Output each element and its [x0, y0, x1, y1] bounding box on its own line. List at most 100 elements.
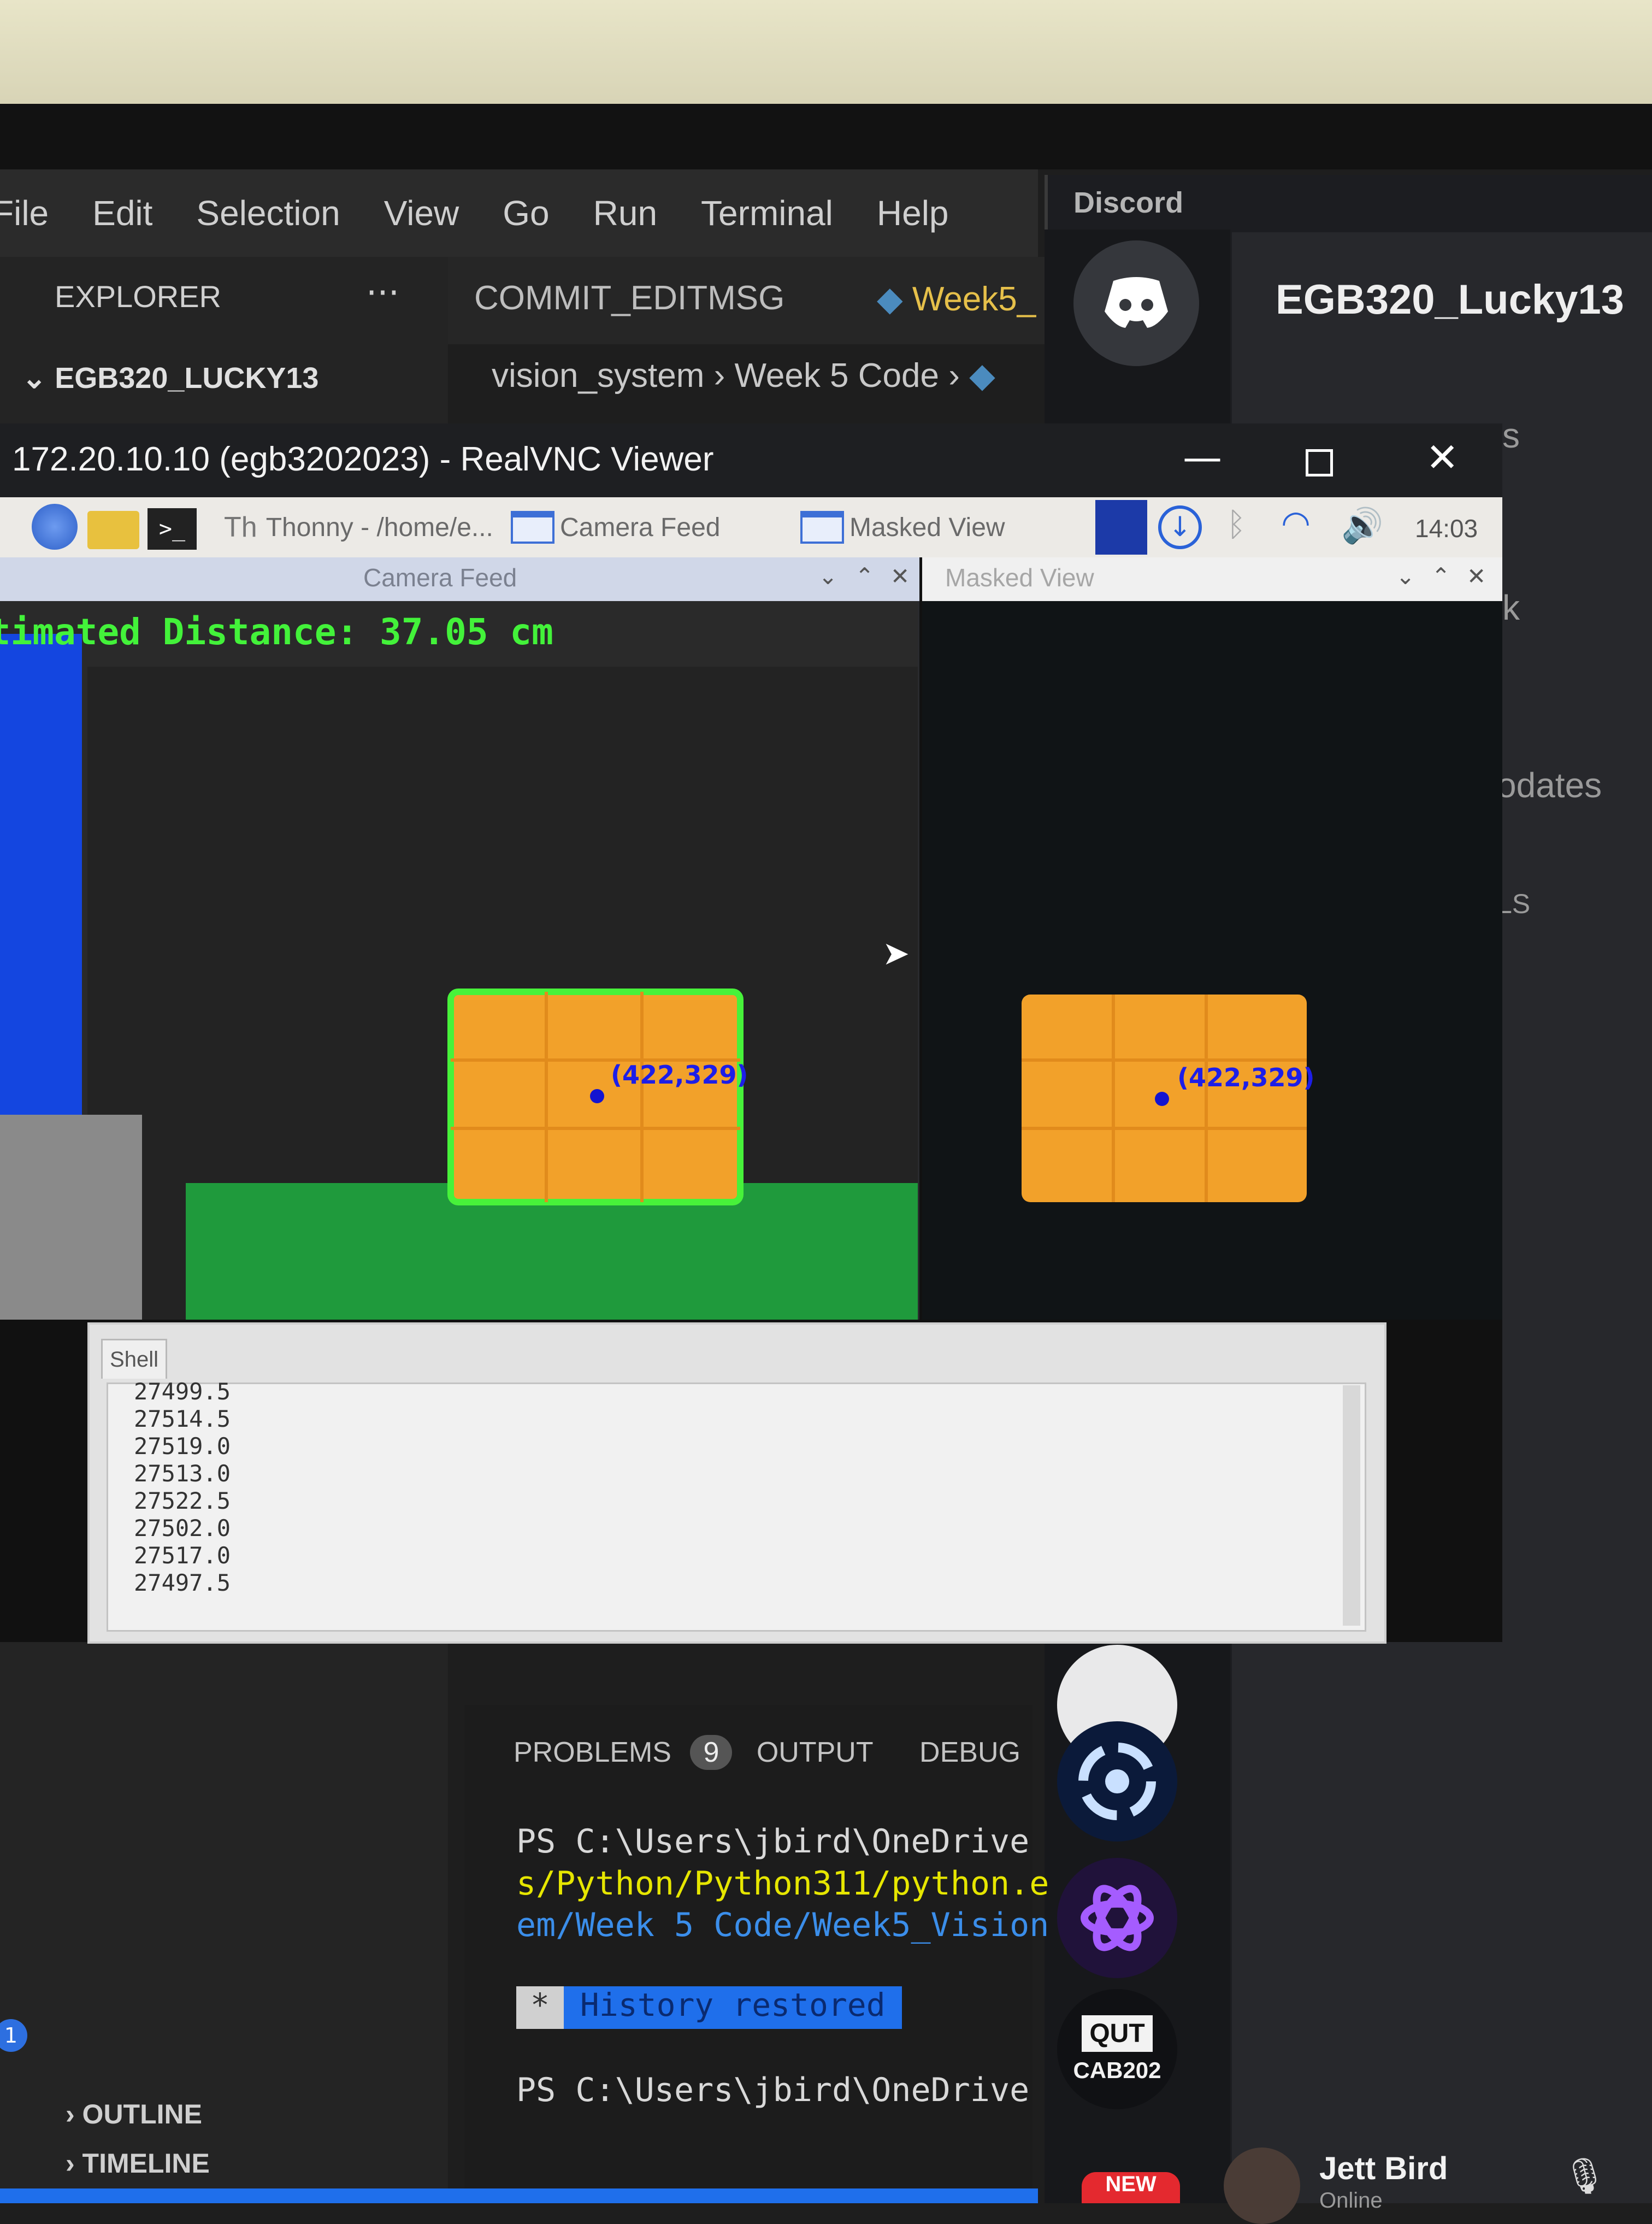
chevron-up-icon[interactable]: ⌃: [1431, 563, 1450, 590]
project-folder[interactable]: ⌄ EGB320_LUCKY13: [22, 361, 318, 395]
menu-file[interactable]: File: [0, 193, 49, 233]
vscode-menubar: File Edit Selection View Go Run Terminal…: [0, 169, 1038, 257]
shell-line: 27502.0: [134, 1515, 231, 1541]
taskbar-masked-view[interactable]: Masked View: [800, 505, 1005, 549]
microphone-icon[interactable]: 🎙: [1562, 2156, 1607, 2197]
chevron-right-icon: ›: [66, 2099, 82, 2129]
centroid-coordinates: (422,329): [1177, 1063, 1315, 1092]
vnc-server-icon[interactable]: [1095, 500, 1147, 555]
channel-fragment[interactable]: s: [1502, 415, 1520, 456]
terminal-line: em/Week 5 Code/Week5_Vision: [516, 1906, 1049, 1944]
masked-view-image: [922, 601, 1502, 1320]
chevron-right-icon: ›: [713, 357, 735, 395]
menu-terminal[interactable]: Terminal: [701, 193, 833, 233]
python-file-icon: ◆: [969, 357, 995, 395]
tab-problems[interactable]: PROBLEMS: [514, 1737, 671, 1768]
outline-label: OUTLINE: [82, 2099, 202, 2129]
menu-help[interactable]: Help: [877, 193, 949, 233]
discord-server-name[interactable]: EGB320_Lucky13: [1276, 276, 1624, 323]
volume-icon[interactable]: 🔊: [1341, 505, 1383, 546]
channel-fragment[interactable]: odates: [1497, 765, 1602, 805]
history-star: *: [516, 1986, 564, 2029]
vnc-window-title: 172.20.10.10 (egb3202023) - RealVNC View…: [12, 440, 714, 478]
breadcrumb-item-vision-system[interactable]: vision_system: [492, 357, 704, 395]
timeline-label: TIMELINE: [82, 2148, 210, 2179]
cab202-label: CAB202: [1073, 2057, 1161, 2083]
history-restored-banner: * History restored: [516, 1986, 902, 2029]
terminal-line: PS C:\Users\jbird\OneDrive: [516, 1822, 1030, 1861]
terminal-line: PS C:\Users\jbird\OneDrive: [516, 2071, 1030, 2109]
explorer-heading: EXPLORER: [55, 279, 221, 314]
discord-app-title: Discord: [1073, 186, 1184, 219]
tab-week5-label: Week5_: [912, 280, 1036, 318]
bluetooth-icon[interactable]: ᛒ: [1226, 505, 1246, 544]
menu-selection[interactable]: Selection: [196, 193, 340, 233]
taskbar-camera-feed-label: Camera Feed: [560, 513, 721, 542]
user-avatar[interactable]: [1224, 2147, 1300, 2224]
web-browser-icon[interactable]: [32, 504, 78, 550]
discord-home-button[interactable]: [1073, 240, 1199, 366]
qut-logo: QUT: [1082, 2015, 1153, 2052]
outline-section[interactable]: › OUTLINE: [66, 2098, 202, 2130]
taskbar-thonny[interactable]: Th Thonny - /home/e...: [224, 505, 493, 549]
chevron-down-icon[interactable]: ⌄: [818, 563, 837, 590]
server-icon-openai[interactable]: [1057, 1858, 1177, 1978]
channel-fragment[interactable]: k: [1502, 587, 1520, 628]
menu-view[interactable]: View: [384, 193, 459, 233]
download-icon[interactable]: ↓: [1158, 505, 1202, 549]
masked-scene: [922, 601, 1502, 1320]
shell-line: 27497.5: [134, 1569, 231, 1596]
vscode-statusbar: [0, 2188, 1038, 2203]
minimize-icon[interactable]: —: [1183, 434, 1222, 480]
chevron-right-icon: ›: [66, 2148, 82, 2179]
shell-output: 27499.5 27514.5 27519.0 27513.0 27522.5 …: [134, 1378, 231, 1597]
window-icon: [511, 511, 554, 544]
menu-run[interactable]: Run: [593, 193, 657, 233]
camera-feed-image: [0, 601, 918, 1320]
user-name: Jett Bird: [1319, 2151, 1448, 2186]
centroid-marker: [1155, 1092, 1169, 1106]
shell-tab[interactable]: Shell: [101, 1339, 167, 1379]
taskbar-clock: 14:03: [1415, 514, 1478, 543]
taskbar-thonny-label: Thonny - /home/e...: [266, 513, 493, 542]
shell-line: 27513.0: [134, 1460, 231, 1487]
vscode-bottom-panel: [464, 1705, 1032, 2203]
shell-line: 27519.0: [134, 1433, 231, 1460]
explorer-more-button[interactable]: ···: [366, 273, 399, 314]
terminal-line: s/Python/Python311/python.e: [516, 1864, 1049, 1903]
chevron-down-icon: ⌄: [22, 362, 55, 395]
monitor-bezel: [0, 104, 1652, 169]
terminal-icon[interactable]: >_: [148, 508, 197, 550]
chevron-down-icon[interactable]: ⌄: [1396, 563, 1415, 590]
breadcrumb-item-week5-code[interactable]: Week 5 Code: [734, 357, 939, 395]
tab-week5[interactable]: ◆ Week5_: [877, 279, 1036, 319]
close-icon[interactable]: ✕: [890, 563, 910, 590]
chevron-up-icon[interactable]: ⌃: [855, 563, 874, 590]
wifi-icon[interactable]: ◠: [1281, 503, 1311, 543]
thonny-icon: Th: [224, 511, 257, 543]
shell-line: 27514.5: [134, 1405, 231, 1432]
file-manager-icon[interactable]: [87, 511, 139, 549]
shell-line: 27499.5: [134, 1378, 231, 1405]
taskbar-masked-view-label: Masked View: [849, 513, 1005, 542]
maximize-icon[interactable]: [1306, 449, 1333, 476]
tab-commit-editmsg[interactable]: COMMIT_EDITMSG: [474, 279, 784, 317]
timeline-section[interactable]: › TIMELINE: [66, 2147, 210, 2179]
shell-scrollbar[interactable]: [1343, 1385, 1360, 1626]
tab-output[interactable]: OUTPUT: [757, 1737, 874, 1768]
discord-logo-icon: [1105, 277, 1168, 328]
estimated-distance-label: stimated Distance: 37.05 cm: [0, 611, 553, 653]
problems-count-badge: 9: [690, 1735, 733, 1770]
taskbar-camera-feed[interactable]: Camera Feed: [511, 505, 720, 549]
server-icon-ring[interactable]: [1057, 1721, 1177, 1841]
shell-output-area[interactable]: [107, 1382, 1366, 1632]
menu-edit[interactable]: Edit: [92, 193, 152, 233]
shell-line: 27517.0: [134, 1542, 231, 1569]
python-file-icon: ◆: [877, 280, 912, 318]
close-icon[interactable]: ✕: [1467, 563, 1486, 590]
ring-logo-icon: [1078, 1743, 1156, 1820]
close-icon[interactable]: ✕: [1426, 434, 1459, 480]
menu-go[interactable]: Go: [503, 193, 549, 233]
tab-debug[interactable]: DEBUG: [919, 1737, 1020, 1768]
server-icon-qut-cab202[interactable]: QUT CAB202: [1057, 1989, 1177, 2109]
